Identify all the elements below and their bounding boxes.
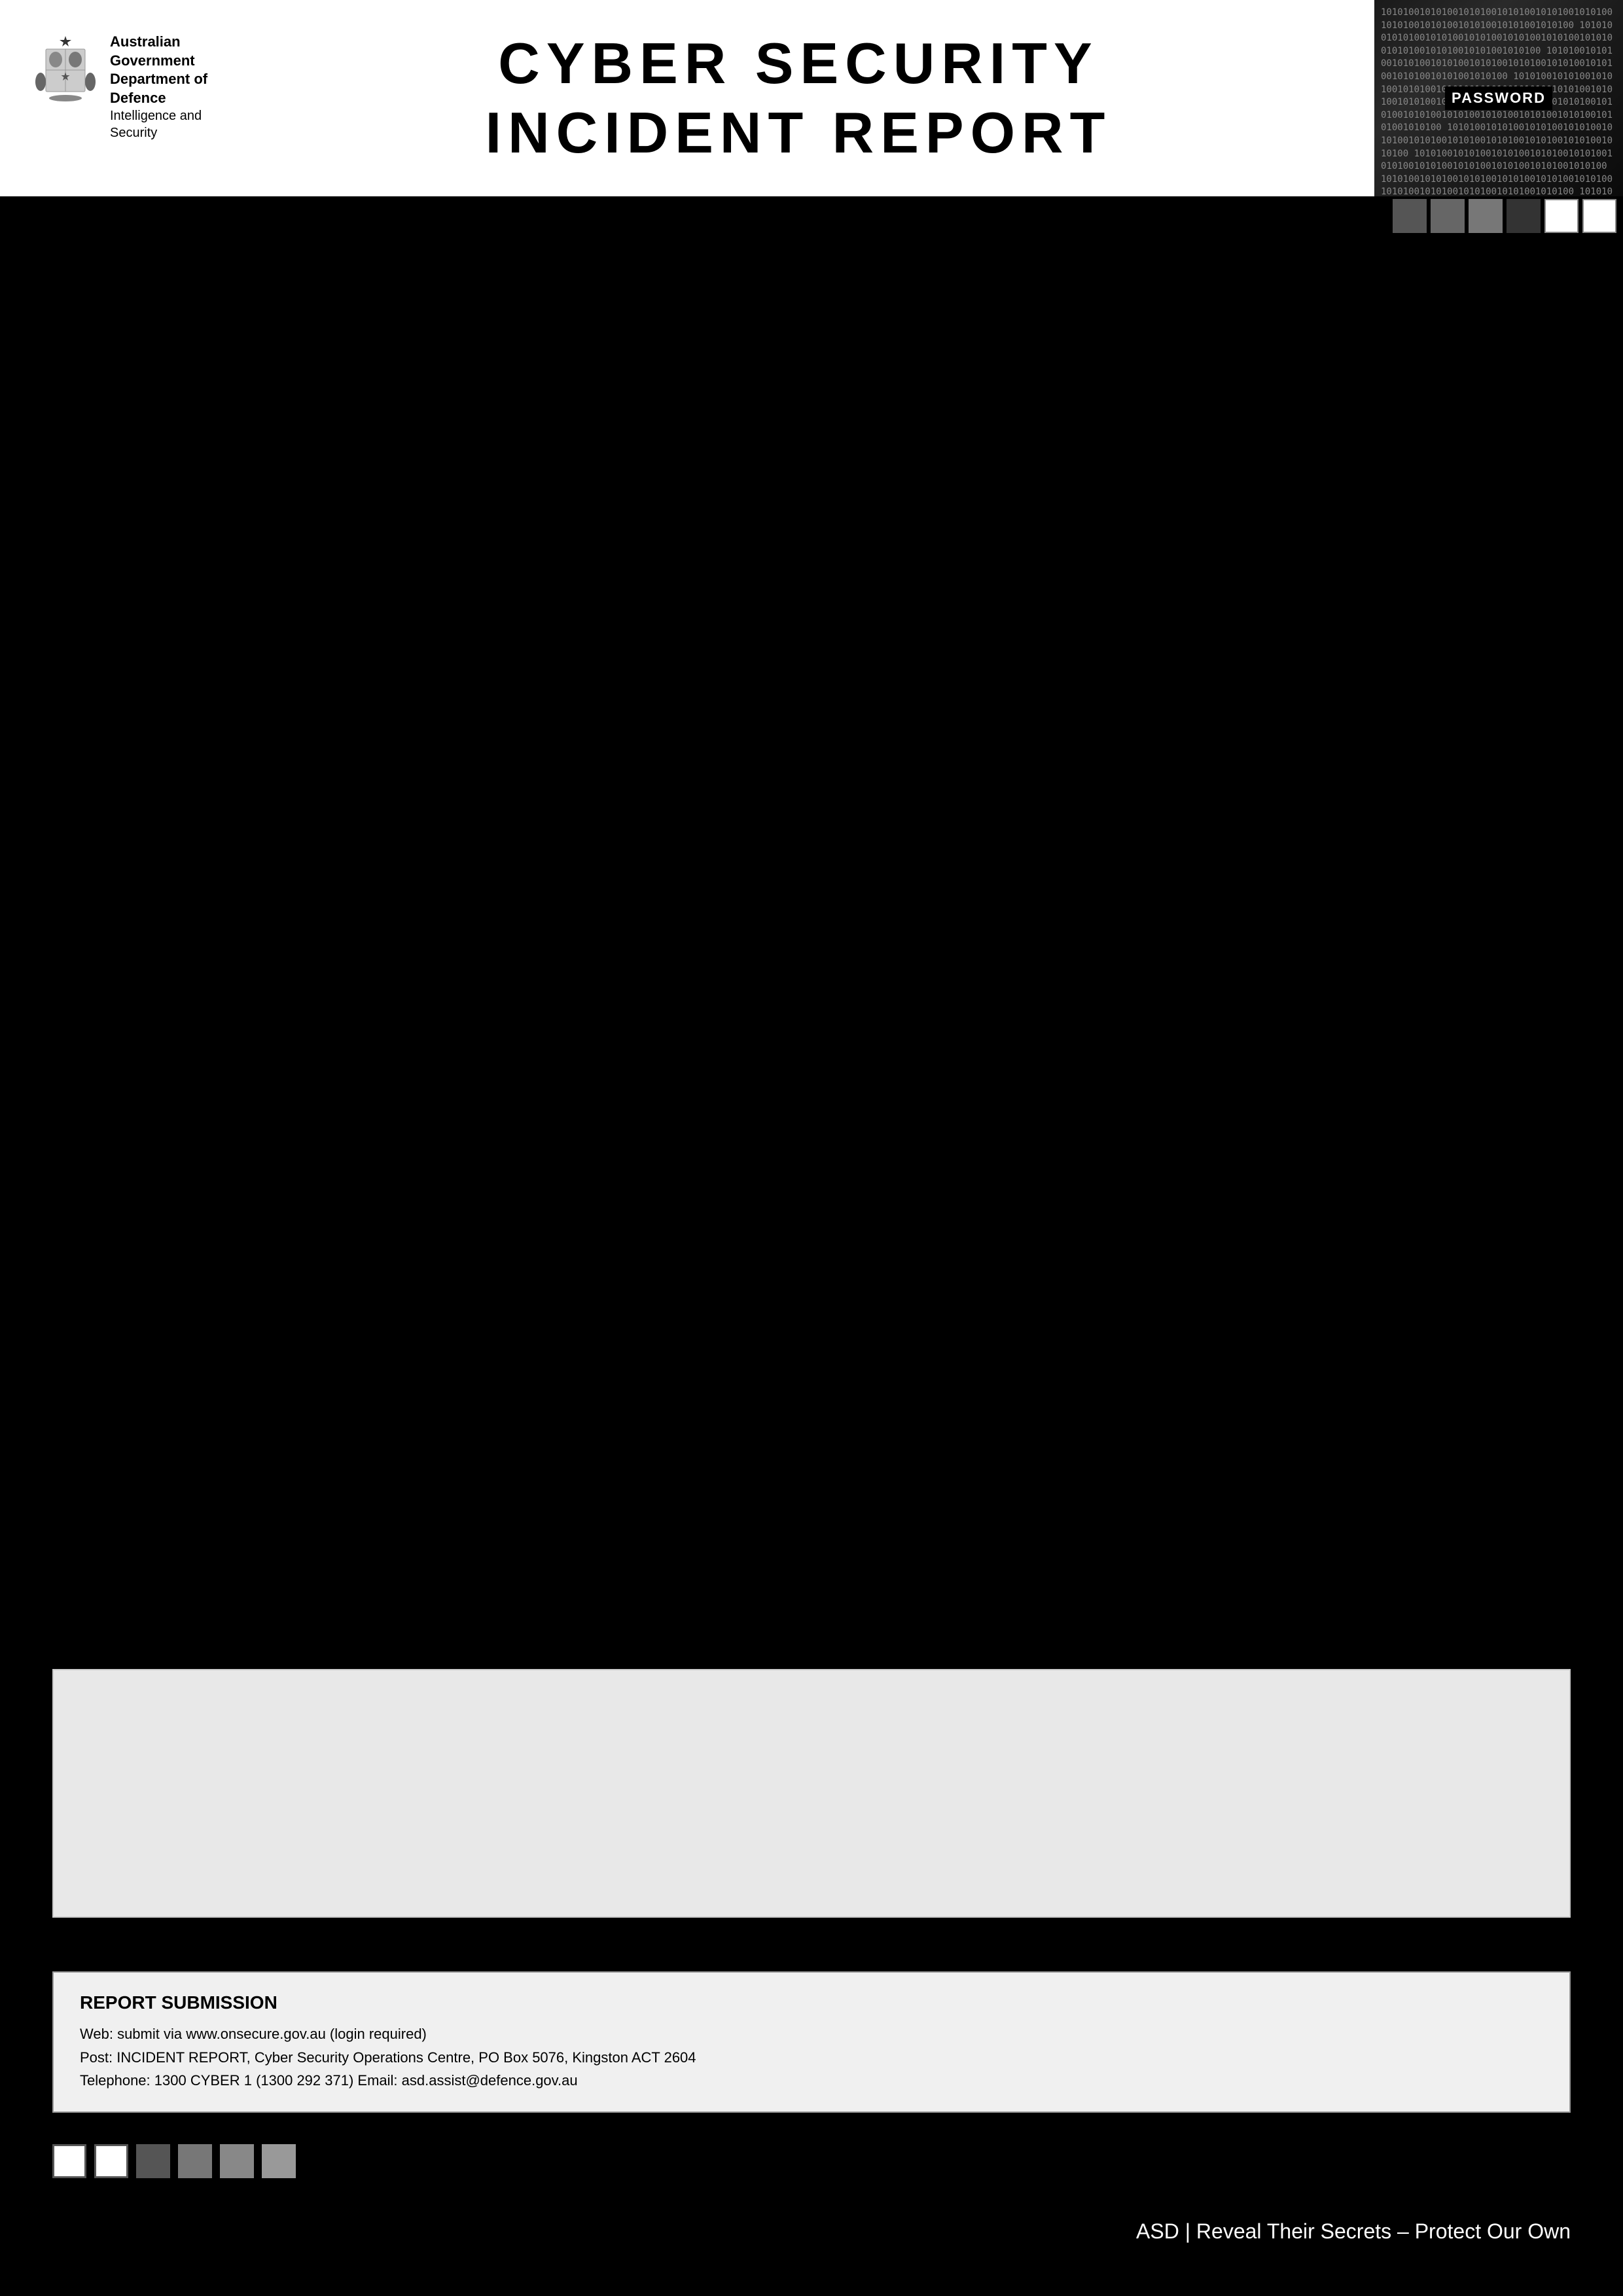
title-line1: CYBER SECURITY <box>498 31 1098 96</box>
color-square-filled3 <box>220 2144 254 2178</box>
coat-of-arms-icon <box>33 33 98 105</box>
color-square-outline2 <box>94 2144 128 2178</box>
color-squares-top <box>1374 196 1623 236</box>
title-line2: INCIDENT REPORT <box>486 100 1112 165</box>
footer-tagline: ASD | Reveal Their Secrets – Protect Our… <box>1136 2219 1571 2244</box>
gov-line3: Intelligence and Security <box>110 107 209 141</box>
report-title: CYBER SECURITY INCIDENT REPORT <box>486 29 1112 167</box>
logo-area: Australian Government Department of Defe… <box>0 0 223 196</box>
password-label: PASSWORD <box>1445 86 1552 110</box>
color-square-filled1 <box>136 2144 170 2178</box>
color-squares-bottom <box>52 2144 300 2178</box>
government-label: Australian Government Department of Defe… <box>110 33 209 141</box>
binary-image: 1010100101010010101001010100101010010101… <box>1374 0 1623 196</box>
gov-line2: Department of Defence <box>110 70 209 107</box>
report-submission-box: REPORT SUBMISSION Web: submit via www.on… <box>52 1971 1571 2113</box>
color-square-filled2 <box>178 2144 212 2178</box>
submission-details: Web: submit via www.onsecure.gov.au (log… <box>80 2022 1543 2092</box>
submission-line3: Telephone: 1300 CYBER 1 (1300 292 371) E… <box>80 2069 1543 2092</box>
submission-line2: Post: INCIDENT REPORT, Cyber Security Op… <box>80 2046 1543 2069</box>
color-square-dark4 <box>1507 199 1541 233</box>
tagline-text: ASD | Reveal Their Secrets – Protect Our… <box>1136 2219 1571 2243</box>
form-content-area <box>52 1669 1571 1918</box>
submission-line1: Web: submit via www.onsecure.gov.au (log… <box>80 2022 1543 2045</box>
color-square-outline1 <box>52 2144 86 2178</box>
color-square-dark2 <box>1431 199 1465 233</box>
color-square-white1 <box>1544 199 1578 233</box>
color-square-dark1 <box>1393 199 1427 233</box>
color-square-filled4 <box>262 2144 296 2178</box>
color-square-white2 <box>1582 199 1616 233</box>
title-section: CYBER SECURITY INCIDENT REPORT <box>223 0 1374 196</box>
color-square-dark3 <box>1469 199 1503 233</box>
submission-title: REPORT SUBMISSION <box>80 1992 1543 2013</box>
gov-line1: Australian Government <box>110 33 209 70</box>
